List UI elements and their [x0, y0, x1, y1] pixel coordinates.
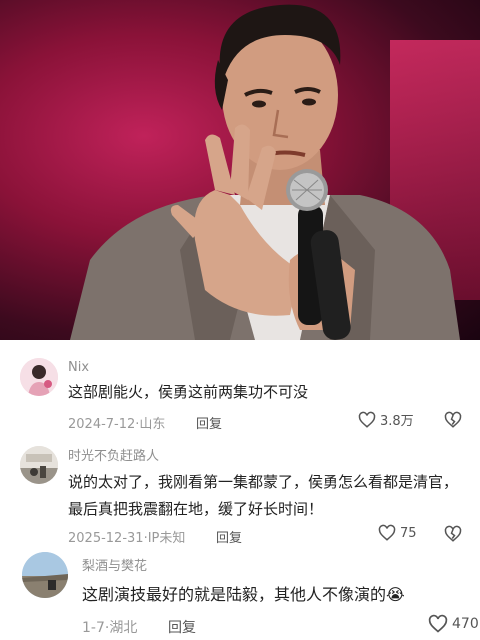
- comment-item: Nix 这部剧能火，侯勇这前两集功不可没 2024-7-12·山东 回复 3.8…: [0, 340, 480, 436]
- comment-meta: 1-7·湖北: [82, 617, 137, 637]
- comment-date: 2024-7-12: [68, 417, 136, 432]
- reply-button[interactable]: 回复: [168, 617, 196, 637]
- comment-meta: 2024-7-12·山东: [68, 413, 165, 432]
- reply-button[interactable]: 回复: [216, 527, 242, 546]
- speaker-image: [70, 4, 460, 340]
- comment-location: 山东: [139, 417, 166, 432]
- like-count: 75: [400, 525, 417, 541]
- heart-icon: [358, 411, 376, 428]
- crying-laughing-emoji-icon: 😭: [386, 585, 405, 604]
- like-count: 3.8万: [380, 414, 414, 429]
- heart-icon: [428, 614, 448, 633]
- comment-date: 2025-12-31: [68, 531, 144, 546]
- dislike-icon[interactable]: [444, 525, 462, 543]
- comment-text-body: 这剧演技最好的就是陆毅，其他人不像演的: [82, 585, 387, 604]
- comment-text: 这部剧能火，侯勇这前两集功不可没: [68, 383, 309, 401]
- comment-location: 湖北: [109, 620, 138, 636]
- comment-item: 梨酒与樊花 这剧演技最好的就是陆毅，其他人不像演的😭 1-7·湖北 回复 470: [0, 546, 480, 640]
- like-count: 470: [452, 616, 479, 632]
- username[interactable]: 梨酒与樊花: [82, 555, 147, 574]
- username[interactable]: 时光不负赶路人: [68, 445, 159, 464]
- reply-button[interactable]: 回复: [196, 413, 222, 432]
- video-frame[interactable]: [0, 0, 480, 340]
- like-button[interactable]: 470: [428, 614, 479, 634]
- comment-date: 1-7: [82, 620, 105, 636]
- like-button[interactable]: 75: [378, 524, 417, 542]
- dislike-icon[interactable]: [444, 411, 462, 429]
- user-avatar[interactable]: [20, 446, 58, 484]
- comment-meta: 2025-12-31·IP未知: [68, 527, 185, 546]
- comment-text: 说的太对了，我刚看第一集都蒙了，侯勇怎么看都是清官，最后真把我震翻在地，缓了好长…: [68, 473, 459, 518]
- user-avatar[interactable]: [22, 552, 68, 598]
- username[interactable]: Nix: [68, 360, 89, 375]
- user-avatar[interactable]: [20, 358, 58, 396]
- comment-text: 这剧演技最好的就是陆毅，其他人不像演的😭: [82, 582, 480, 607]
- comment-item: 时光不负赶路人 说的太对了，我刚看第一集都蒙了，侯勇怎么看都是清官，最后真把我震…: [0, 436, 480, 546]
- comment-location: IP未知: [147, 531, 186, 546]
- like-button[interactable]: 3.8万: [358, 410, 414, 429]
- heart-icon: [378, 524, 396, 541]
